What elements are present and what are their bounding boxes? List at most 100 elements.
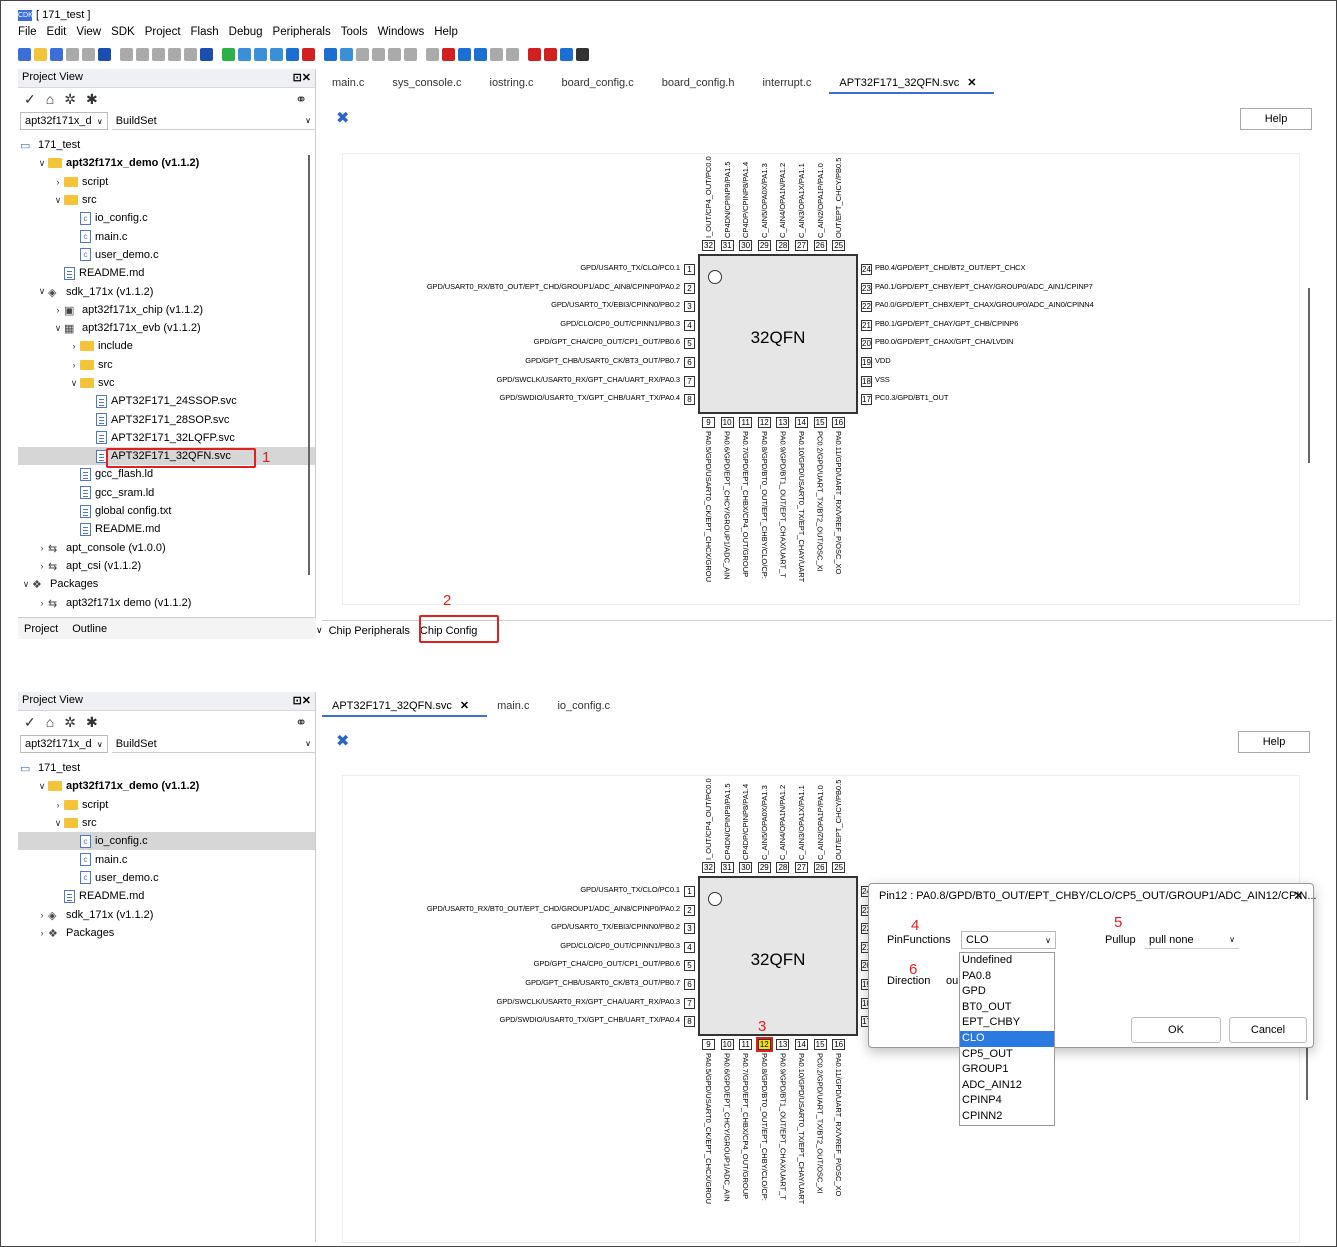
pin-number[interactable]: 31 — [720, 240, 734, 251]
tab-io-config-c[interactable]: io_config.c — [547, 695, 628, 717]
pin-number[interactable]: 30 — [739, 862, 753, 873]
toolbar-button-icon[interactable] — [324, 47, 337, 61]
pin-number[interactable]: 9 — [702, 417, 715, 428]
tree-item[interactable]: c user_demo.c — [18, 869, 315, 887]
dropdown-option[interactable]: GROUP1 — [960, 1062, 1054, 1078]
pin-number[interactable]: 6 — [684, 979, 695, 990]
tree-item[interactable]: README.md — [18, 264, 315, 282]
tree-item[interactable]: › ❖ Packages — [18, 924, 315, 942]
pin-number[interactable]: 32 — [702, 862, 715, 873]
menu-tools[interactable]: Tools — [341, 26, 368, 38]
dropdown-option[interactable]: CPINP4 — [960, 1093, 1054, 1109]
chevron-down-icon[interactable]: ∨ — [36, 781, 48, 792]
toolbar-button-icon[interactable] — [184, 47, 197, 61]
settings-icon[interactable]: ✲ — [64, 714, 76, 731]
toolbar-button-icon[interactable] — [254, 47, 267, 61]
link-icon[interactable]: ⚭ — [295, 91, 307, 108]
pin-number[interactable]: 20 — [861, 338, 872, 350]
tree-item[interactable]: › ⇆ apt_console (v1.0.0) — [18, 539, 315, 557]
toolbar-button-icon[interactable] — [286, 47, 299, 61]
dropdown-option[interactable]: PA0.8 — [960, 969, 1054, 985]
pin-number[interactable]: 12 — [755, 1037, 773, 1052]
toolbar-button-icon[interactable] — [474, 47, 487, 61]
tree-item[interactable]: global config.txt — [18, 502, 315, 520]
tab-main-c[interactable]: main.c — [487, 695, 547, 717]
chevron-down-icon[interactable]: ∨ — [68, 378, 80, 389]
menu-file[interactable]: File — [18, 26, 37, 38]
dropdown-option[interactable]: Undefined — [960, 953, 1054, 969]
pin-number[interactable]: 31 — [720, 862, 734, 873]
tree-item[interactable]: › ⇆ apt32f171x demo (v1.1.2) — [18, 593, 315, 611]
ok-button[interactable]: OK — [1131, 1017, 1221, 1043]
tree-item[interactable]: APT32F171_24SSOP.svc — [18, 392, 315, 410]
menu-project[interactable]: Project — [145, 26, 181, 38]
chevron-down-icon[interactable]: ∨ — [312, 625, 327, 636]
pin-number[interactable]: 4 — [684, 941, 695, 953]
pin-number[interactable]: 8 — [684, 1016, 695, 1028]
home-icon[interactable]: ⌂ — [46, 714, 54, 730]
tree-item[interactable]: APT32F171_28SOP.svc — [18, 410, 315, 428]
tree-item[interactable]: ∨ apt32f171x_demo (v1.1.2) — [18, 777, 315, 795]
tree-item[interactable]: › script — [18, 796, 315, 814]
toolbar-button-icon[interactable] — [222, 47, 235, 61]
pin-number[interactable]: 14 — [795, 1039, 808, 1050]
buildset-select[interactable]: BuildSet ∨ — [111, 112, 315, 130]
pin-number[interactable]: 14 — [795, 417, 808, 428]
tab-board-config-h[interactable]: board_config.h — [652, 72, 753, 94]
chevron-right-icon[interactable]: › — [36, 910, 48, 920]
tab-outline[interactable]: Outline — [72, 623, 107, 635]
menu-edit[interactable]: Edit — [47, 26, 67, 38]
pin-number[interactable]: 23 — [861, 282, 872, 294]
pin-number[interactable]: 29 — [757, 862, 771, 873]
pin-number[interactable]: 7 — [684, 997, 695, 1009]
maximize-icon[interactable]: ⊡✕ — [293, 694, 311, 708]
pin-number[interactable]: 5 — [684, 338, 695, 350]
locate-icon[interactable]: ✓ — [24, 714, 36, 731]
pinfunctions-select[interactable]: CLO ∨ — [961, 931, 1056, 949]
pin-number[interactable]: 3 — [684, 923, 695, 935]
tree-item[interactable]: ∨ apt32f171x_demo (v1.1.2) — [18, 154, 315, 172]
dropdown-option[interactable]: CPINN2 — [960, 1109, 1054, 1125]
pin-number[interactable]: 12 — [757, 417, 771, 428]
tree-item[interactable]: › include — [18, 337, 315, 355]
tree-item[interactable]: README.md — [18, 520, 315, 538]
tree-item[interactable]: ▭ 171_test — [18, 136, 315, 154]
pin-number[interactable]: 30 — [739, 240, 753, 251]
tree-item[interactable]: ∨ ◈ sdk_171x (v1.1.2) — [18, 282, 315, 300]
tree-item[interactable]: APT32F171_32LQFP.svc — [18, 429, 315, 447]
tree-item[interactable]: › script — [18, 173, 315, 191]
toolbar-button-icon[interactable] — [544, 47, 557, 61]
chevron-down-icon[interactable]: ∨ — [36, 286, 48, 297]
chevron-down-icon[interactable]: ∨ — [52, 818, 64, 829]
toolbar-button-icon[interactable] — [528, 47, 541, 61]
chevron-right-icon[interactable]: › — [36, 928, 48, 938]
close-icon[interactable]: ✕ — [967, 77, 976, 89]
pin-number[interactable]: 5 — [684, 960, 695, 972]
tree-item[interactable]: ▭ 171_test — [18, 759, 315, 777]
dropdown-option[interactable]: BT0_OUT — [960, 1000, 1054, 1016]
chevron-right-icon[interactable]: › — [36, 561, 48, 571]
pin-number[interactable]: 32 — [702, 240, 715, 251]
pin-number[interactable]: 26 — [813, 862, 827, 873]
home-icon[interactable]: ⌂ — [46, 91, 54, 107]
tools-icon[interactable]: ✖ — [336, 731, 349, 751]
cancel-button[interactable]: Cancel — [1229, 1017, 1307, 1043]
pin-number[interactable]: 1 — [684, 264, 695, 275]
dropdown-option[interactable]: GPD — [960, 984, 1054, 1000]
toolbar-button-icon[interactable] — [340, 47, 353, 61]
close-icon[interactable]: ✕ — [460, 700, 469, 712]
tree-item[interactable]: c main.c — [18, 227, 315, 245]
pin-number[interactable]: 15 — [813, 417, 827, 428]
menu-sdk[interactable]: SDK — [111, 26, 135, 38]
chevron-right-icon[interactable]: › — [52, 800, 64, 810]
toolbar-button-icon[interactable] — [404, 47, 417, 61]
toolbar-button-icon[interactable] — [372, 47, 385, 61]
toolbar-button-icon[interactable] — [34, 47, 47, 61]
pin-number[interactable]: 9 — [702, 1039, 715, 1050]
close-icon[interactable]: ✕ — [1293, 888, 1304, 904]
pin-number[interactable]: 25 — [832, 862, 846, 873]
pin-number[interactable]: 25 — [832, 240, 846, 251]
pullup-select[interactable]: pull none ∨ — [1145, 931, 1239, 949]
bug-icon[interactable]: ✱ — [86, 91, 98, 108]
pin-number[interactable]: 2 — [684, 282, 695, 294]
